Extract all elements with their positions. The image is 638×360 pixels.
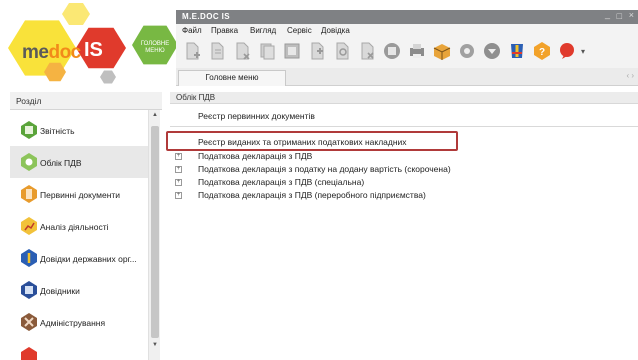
partial-section-icon [21, 347, 37, 360]
svg-text:?: ? [539, 47, 545, 58]
find-icon[interactable] [332, 41, 352, 61]
logo-doc: doc [48, 42, 81, 63]
tab-scroll-arrows[interactable]: ‹ › [626, 71, 634, 80]
section-item-primary-docs[interactable]: Первинні документи [10, 178, 148, 210]
tab-strip: Головне меню ‹ › [176, 68, 638, 86]
expand-icon[interactable]: + [175, 166, 182, 173]
tree-item-vat-declaration-special[interactable]: Податкова декларація з ПДВ (спеціальна) [198, 177, 364, 187]
maximize-button[interactable]: □ [617, 11, 622, 21]
app-title: M.E.DOC IS [182, 12, 231, 21]
scrollbar-thumb[interactable] [151, 126, 159, 338]
ua-flag-icon[interactable] [507, 41, 527, 61]
section-item-label: Аналіз діяльності [40, 222, 109, 232]
logo-text: medoc [22, 42, 81, 64]
directories-icon [21, 281, 37, 299]
section-item-partial[interactable] [10, 342, 148, 360]
archive-icon[interactable] [382, 41, 402, 61]
vat-icon [21, 153, 37, 171]
remove-icon[interactable] [357, 41, 377, 61]
box-icon[interactable] [432, 41, 452, 61]
expand-icon[interactable]: + [175, 192, 182, 199]
menu-service[interactable]: Сервіс [287, 26, 312, 35]
add-icon[interactable] [307, 41, 327, 61]
chat-icon[interactable] [557, 41, 577, 61]
menu-help[interactable]: Довідка [321, 26, 350, 35]
menu-bar: Файл Правка Вигляд Сервіс Довідка [176, 24, 638, 38]
toolbar-overflow-icon[interactable]: ▾ [579, 41, 587, 61]
toolbar: ? ▾ [176, 38, 638, 68]
edit-document-icon[interactable] [207, 41, 227, 61]
analysis-icon [21, 217, 37, 235]
divider [170, 126, 638, 127]
tree-item-vat-declaration-processing[interactable]: Податкова декларація з ПДВ (переробного … [198, 190, 426, 200]
expand-icon[interactable]: + [175, 179, 182, 186]
logo-is: IS [84, 39, 103, 61]
menu-file[interactable]: Файл [182, 26, 202, 35]
scroll-down-icon[interactable]: ▼ [149, 342, 161, 348]
help-icon[interactable]: ? [532, 41, 552, 61]
export-icon[interactable] [482, 41, 502, 61]
right-panel-header: Облік ПДВ [170, 92, 638, 104]
section-item-label: Звітність [40, 126, 75, 136]
section-item-admin[interactable]: Адміністрування [10, 306, 148, 338]
state-references-icon [21, 249, 37, 267]
copy-document-icon[interactable] [232, 41, 252, 61]
delete-document-icon[interactable] [257, 41, 277, 61]
registry-primary-docs[interactable]: Реєстр первинних документів [198, 111, 315, 121]
new-document-icon[interactable] [182, 41, 202, 61]
settings-icon[interactable] [457, 41, 477, 61]
print-icon[interactable] [282, 41, 302, 61]
section-item-analysis[interactable]: Аналіз діяльності [10, 210, 148, 242]
section-item-state-references[interactable]: Довідки державних орг... [10, 242, 148, 274]
menu-edit[interactable]: Правка [211, 26, 238, 35]
highlight-box [166, 131, 458, 151]
logo-hex-gray-bottom [100, 70, 116, 84]
section-item-vat[interactable]: Облік ПДВ [10, 146, 148, 178]
main-menu-label-line1: ГОЛОВНЕ [140, 41, 170, 47]
section-item-directories[interactable]: Довідники [10, 274, 148, 306]
section-item-label: Адміністрування [40, 318, 106, 328]
tab-main-menu[interactable]: Головне меню [178, 70, 286, 86]
section-item-label: Довідники [40, 286, 80, 296]
section-list: Звітність Облік ПДВ Первинні документи А… [10, 110, 148, 360]
expand-icon[interactable]: + [175, 153, 182, 160]
primary-docs-icon [21, 185, 37, 203]
title-bar: M.E.DOC IS _ □ × [176, 9, 638, 24]
section-item-label: Довідки державних орг... [40, 254, 137, 264]
printer-icon[interactable] [407, 41, 427, 61]
logo-me: me [22, 42, 49, 63]
main-menu-label[interactable]: ГОЛОВНЕ МЕНЮ [135, 41, 175, 55]
tree-item-vat-declaration[interactable]: Податкова декларація з ПДВ [198, 151, 312, 161]
logo-area: medoc IS ГОЛОВНЕ МЕНЮ [0, 0, 178, 92]
close-button[interactable]: × [629, 10, 634, 20]
menu-view[interactable]: Вигляд [250, 26, 276, 35]
section-item-label: Облік ПДВ [40, 158, 82, 168]
minimize-button[interactable]: _ [605, 9, 610, 19]
section-list-scrollbar[interactable]: ▲ ▼ [148, 110, 160, 360]
reports-icon [21, 121, 37, 139]
section-item-label: Первинні документи [40, 190, 121, 200]
admin-icon [21, 313, 37, 331]
left-panel-header: Розділ [10, 92, 162, 110]
main-menu-label-line2: МЕНЮ [145, 48, 165, 54]
logo-hex-yellow-small [62, 2, 90, 26]
scroll-up-icon[interactable]: ▲ [149, 112, 161, 118]
section-item-reports[interactable]: Звітність [10, 114, 148, 146]
tree-item-vat-declaration-short[interactable]: Податкова декларація з податку на додану… [198, 164, 451, 174]
